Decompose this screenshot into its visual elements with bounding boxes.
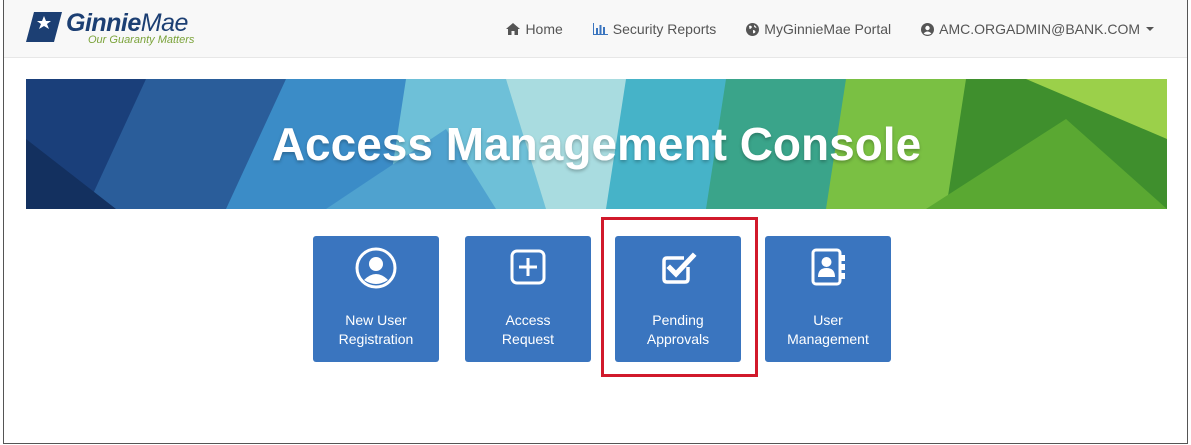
user-account-dropdown[interactable]: AMC.ORGADMIN@BANK.COM — [921, 21, 1154, 37]
nav-security-reports-link[interactable]: Security Reports — [592, 21, 717, 37]
nav-home-link[interactable]: Home — [506, 21, 563, 37]
nav-myginniemae-portal-link[interactable]: MyGinnieMae Portal — [746, 21, 891, 37]
page-title: Access Management Console — [271, 118, 922, 170]
top-navbar: GinnieMae Our Guaranty Matters Home Secu… — [4, 0, 1187, 58]
user-circle-icon — [921, 22, 935, 36]
access-request-tile[interactable]: Access Request — [465, 236, 591, 362]
tile-label: New User Registration — [338, 312, 414, 347]
address-book-icon — [811, 248, 845, 286]
bar-chart-icon — [592, 23, 608, 35]
new-user-registration-tile[interactable]: New User Registration — [313, 236, 439, 362]
nav-security-reports-label: Security Reports — [612, 21, 717, 37]
nav-links: Home Security Reports MyGinnieMae Portal — [506, 0, 1187, 58]
plus-square-icon — [510, 249, 546, 285]
globe-icon — [746, 22, 760, 36]
user-account-label: AMC.ORGADMIN@BANK.COM — [939, 21, 1140, 37]
user-circle-icon — [355, 247, 397, 289]
hero-banner: Access Management Console — [26, 79, 1167, 209]
nav-home-label: Home — [525, 21, 563, 37]
tile-label: Access Request — [501, 312, 555, 347]
home-icon — [506, 23, 521, 35]
logo-flag-icon — [26, 12, 62, 42]
user-management-tile[interactable]: User Management — [765, 236, 891, 362]
nav-portal-label: MyGinnieMae Portal — [764, 21, 892, 37]
app-window: GinnieMae Our Guaranty Matters Home Secu… — [3, 0, 1188, 444]
chevron-down-icon — [1146, 27, 1154, 31]
ginnie-mae-logo[interactable]: GinnieMae Our Guaranty Matters — [26, 6, 246, 50]
highlight-box — [601, 217, 758, 377]
logo-tagline: Our Guaranty Matters — [88, 34, 195, 46]
tile-label: User Management — [787, 312, 869, 347]
